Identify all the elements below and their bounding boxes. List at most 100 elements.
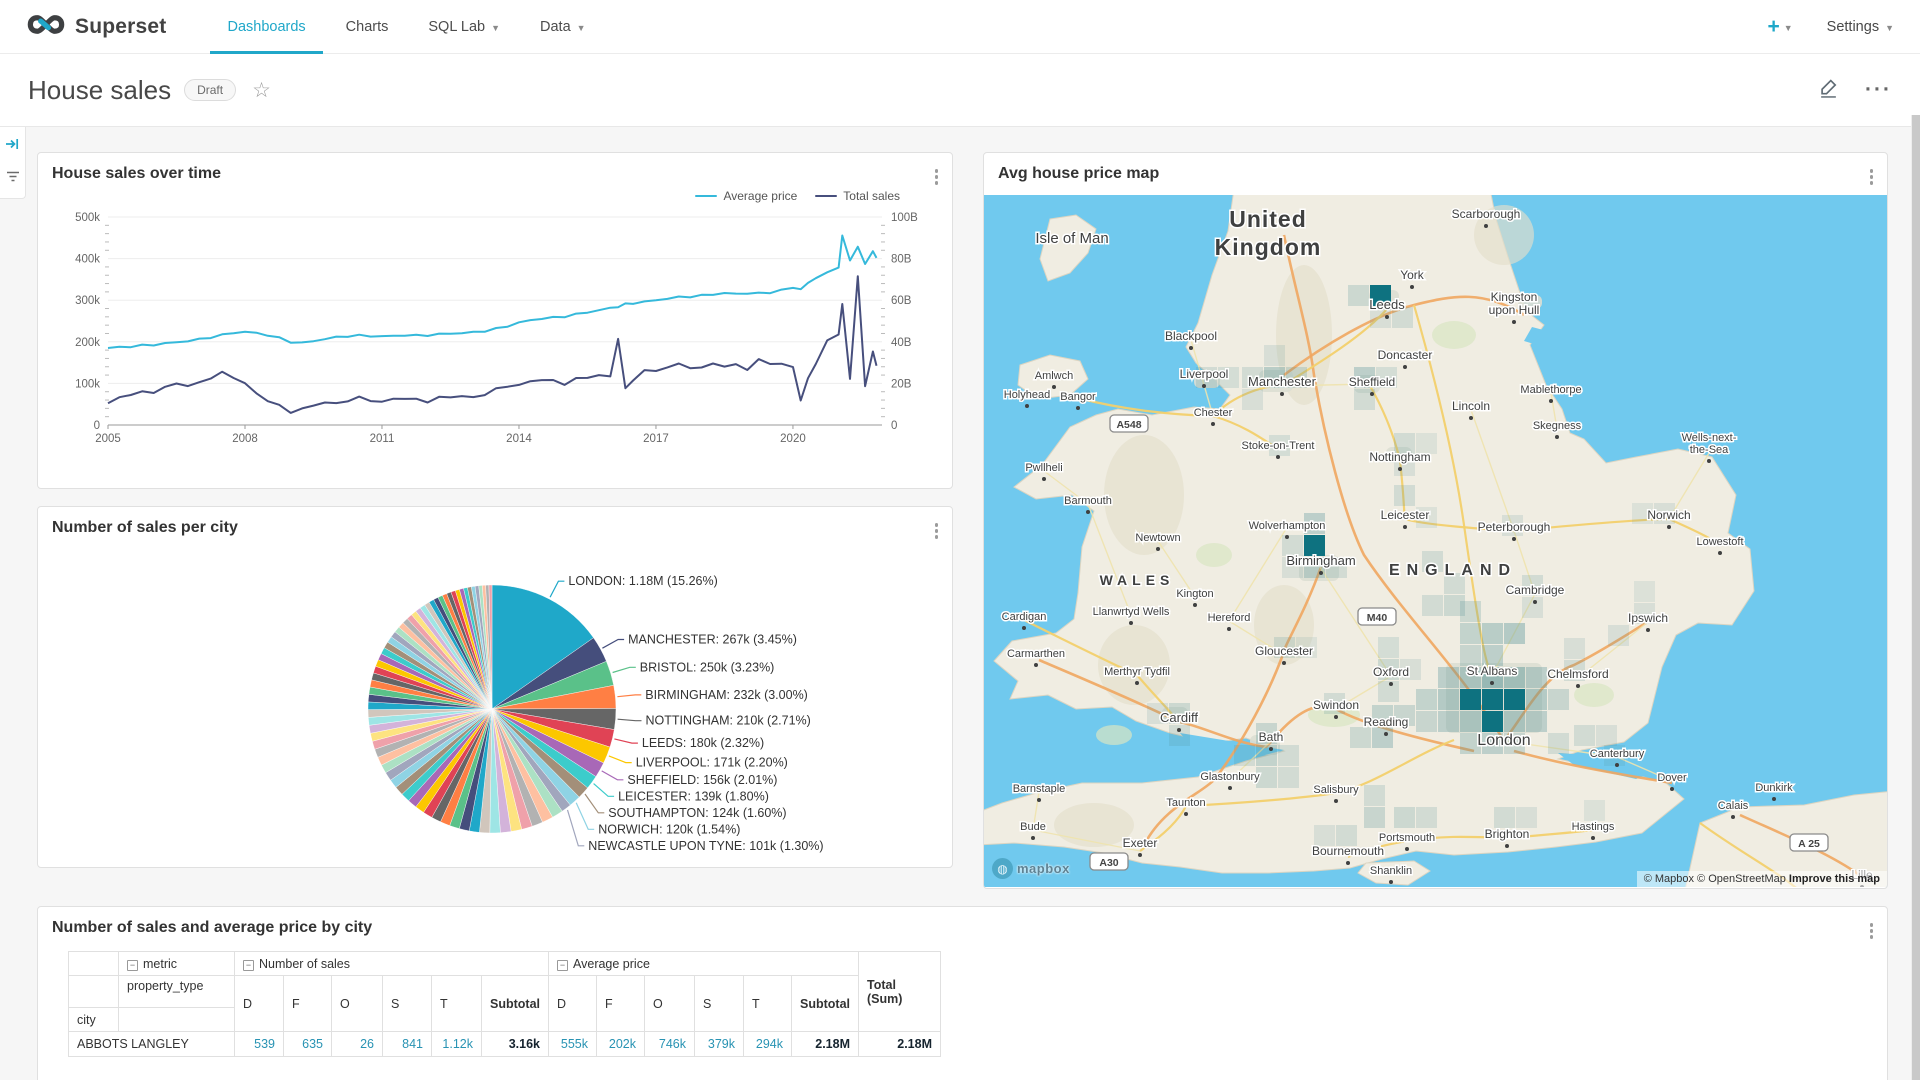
heat-cell[interactable] (1526, 711, 1547, 732)
pie-label: LONDON: 1.18M (15.26%) (568, 574, 717, 588)
heat-cell[interactable] (1548, 689, 1569, 710)
favorite-star-icon[interactable]: ☆ (252, 78, 271, 103)
filter-rail (0, 127, 26, 199)
heat-cell[interactable] (1234, 745, 1255, 766)
heat-cell[interactable] (1494, 807, 1515, 828)
map-place-label: Bude (1020, 821, 1046, 833)
pie-chart[interactable]: LONDON: 1.18M (15.26%)MANCHESTER: 267k (… (52, 537, 938, 862)
timeseries-chart[interactable]: 0100k200k300k400k500k020B40B60B80B100B20… (52, 203, 938, 456)
heat-cell[interactable] (1394, 807, 1415, 828)
chart-menu-icon[interactable] (1866, 165, 1878, 189)
heat-cell[interactable] (1350, 727, 1371, 748)
heat-cell[interactable] (1504, 623, 1525, 644)
map-place-label: Amlwch (1035, 370, 1074, 382)
heat-cell[interactable] (1460, 601, 1481, 622)
heat-cell[interactable] (1394, 485, 1415, 506)
uk-price-map[interactable]: A548M40A30A 25UnitedKingdomENGLANDWALESI… (984, 195, 1887, 887)
pie-label: BIRMINGHAM: 232k (3.00%) (645, 688, 808, 702)
improve-map-link[interactable]: Improve this map (1789, 873, 1880, 885)
expand-filter-bar-icon[interactable] (5, 137, 20, 156)
heat-cell[interactable] (1438, 689, 1459, 710)
heat-cell[interactable] (1548, 733, 1569, 754)
svg-text:80B: 80B (891, 254, 912, 266)
heat-cell[interactable] (1596, 725, 1617, 746)
heat-cell[interactable] (1460, 623, 1481, 644)
heat-cell[interactable] (1416, 711, 1437, 732)
pivot-table: −metric −Number of sales −Average price … (52, 951, 1873, 1057)
chart-menu-icon[interactable] (1866, 919, 1878, 943)
pie-label: LIVERPOOL: 171k (2.20%) (636, 756, 788, 770)
chevron-down-icon: ▼ (491, 23, 500, 33)
chart-menu-icon[interactable] (931, 519, 943, 543)
heat-cell[interactable] (1314, 825, 1335, 846)
heat-cell[interactable] (1522, 597, 1543, 618)
heat-cell[interactable] (1438, 667, 1459, 688)
attribution-links[interactable]: © Mapbox © OpenStreetMap (1644, 873, 1786, 885)
nav-item-dashboards[interactable]: Dashboards (210, 0, 322, 54)
heat-cell[interactable] (1378, 681, 1399, 702)
more-actions-icon[interactable]: ··· (1865, 78, 1892, 102)
card-sales-and-price-table: Number of sales and average price by cit… (37, 906, 1888, 1080)
heat-cell[interactable] (1504, 711, 1525, 732)
heat-cell[interactable] (1378, 637, 1399, 658)
heat-cell[interactable] (1242, 389, 1263, 410)
heat-cell[interactable] (1460, 645, 1481, 666)
heat-cell[interactable] (1348, 285, 1369, 306)
svg-text:A30: A30 (1099, 857, 1118, 869)
heat-cell[interactable] (1608, 625, 1629, 646)
page-scrollbar[interactable] (1911, 115, 1920, 1080)
heat-cell[interactable] (1416, 689, 1437, 710)
heat-cell[interactable] (1264, 345, 1285, 366)
edit-dashboard-icon[interactable] (1818, 77, 1839, 103)
new-item-button[interactable]: + ▼ (1767, 15, 1792, 39)
heat-cell[interactable] (1278, 767, 1299, 788)
legend-item-total-sales[interactable]: Total sales (815, 189, 900, 203)
heat-cell[interactable] (1278, 745, 1299, 766)
heat-cell[interactable] (1372, 727, 1393, 748)
settings-menu[interactable]: Settings▼ (1827, 19, 1894, 35)
collapse-icon[interactable]: − (243, 960, 254, 971)
heat-cell[interactable] (1504, 689, 1525, 710)
pie-label: LEICESTER: 139k (1.80%) (618, 789, 769, 803)
filter-icon[interactable] (6, 170, 20, 188)
heat-cell[interactable] (1438, 711, 1459, 732)
map-place-label: Carmarthen (1007, 648, 1065, 660)
heat-cell[interactable] (1564, 638, 1585, 659)
map-place-label: Brighton (1485, 827, 1530, 841)
card-number-of-sales-per-city: Number of sales per city LONDON: 1.18M (… (37, 506, 953, 868)
heat-cell[interactable] (1460, 689, 1481, 710)
map-place-label: Birmingham (1286, 553, 1355, 568)
mapbox-logo[interactable]: ◍ mapbox (992, 858, 1070, 879)
nav-item-data[interactable]: Data▼ (523, 0, 603, 54)
value-cell: 1.12k (432, 1032, 482, 1057)
map-place-label: Newtown (1135, 532, 1180, 544)
collapse-icon[interactable]: − (557, 960, 568, 971)
collapse-icon[interactable]: − (127, 960, 138, 971)
nav-item-sql-lab[interactable]: SQL Lab▼ (411, 0, 517, 54)
heat-cell[interactable] (1482, 711, 1503, 732)
chart-menu-icon[interactable] (931, 165, 943, 189)
map-place-label: Barnstaple (1013, 783, 1066, 795)
heat-cell[interactable] (1516, 807, 1537, 828)
heat-cell[interactable] (1526, 667, 1547, 688)
heat-cell[interactable] (1336, 825, 1357, 846)
heat-cell[interactable] (1460, 711, 1481, 732)
legend-item-average-price[interactable]: Average price (695, 189, 797, 203)
heat-cell[interactable] (1364, 785, 1385, 806)
heat-cell[interactable] (1416, 807, 1437, 828)
heat-cell[interactable] (1482, 623, 1503, 644)
chart-legend: Average price Total sales (52, 183, 938, 203)
nav-item-charts[interactable]: Charts (329, 0, 406, 54)
heat-cell[interactable] (1526, 689, 1547, 710)
heat-cell[interactable] (1482, 689, 1503, 710)
heat-cell[interactable] (1634, 581, 1655, 602)
value-cell: 2.18M (859, 1032, 941, 1057)
svg-text:2017: 2017 (643, 433, 669, 445)
heat-cell[interactable] (1584, 800, 1605, 821)
heat-cell[interactable] (1256, 745, 1277, 766)
heat-cell[interactable] (1482, 645, 1503, 666)
heat-cell[interactable] (1574, 725, 1595, 746)
superset-brand[interactable]: Superset (26, 10, 166, 44)
heat-cell[interactable] (1422, 595, 1443, 616)
heat-cell[interactable] (1364, 807, 1385, 828)
